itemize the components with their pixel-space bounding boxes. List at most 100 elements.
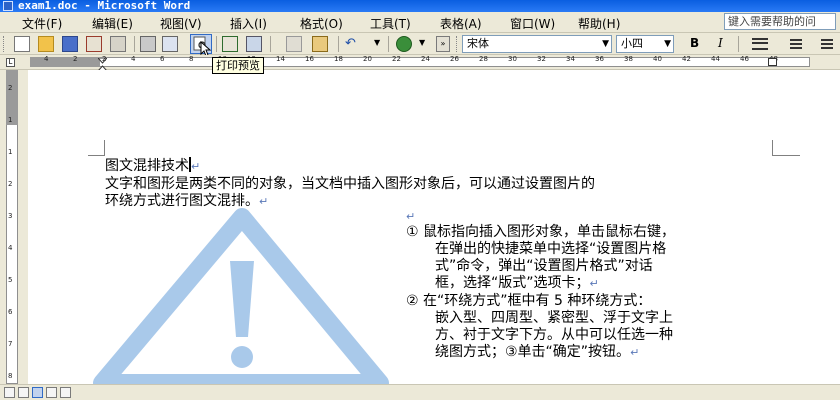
ruler-tick-label: 32: [537, 55, 546, 63]
bullets-list-icon[interactable]: [815, 37, 833, 51]
menu-window[interactable]: 窗口(W): [510, 15, 555, 32]
title-bar: exam1.doc - Microsoft Word: [0, 0, 840, 12]
ruler-tick-label: 5: [8, 276, 13, 284]
paste-icon[interactable]: [312, 36, 328, 52]
right-indent-marker-icon[interactable]: [768, 58, 777, 66]
ruler-tick-label: 46: [740, 55, 749, 63]
ruler-margin-left: [30, 57, 100, 67]
ruler-tick-label: 24: [421, 55, 430, 63]
menu-help[interactable]: 帮助(H): [578, 15, 620, 32]
ruler-tick-label: 40: [653, 55, 662, 63]
toolbar-separator: [270, 36, 271, 52]
step-list-line[interactable]: 嵌入型、四周型、紧密型、浮于文字上: [435, 309, 673, 327]
ruler-tick-label: 8: [8, 372, 13, 380]
more-buttons-icon[interactable]: ▼: [419, 38, 425, 47]
ruler-tick-label: 2: [8, 180, 13, 188]
ruler-tick-label: 20: [363, 55, 372, 63]
step-list-line[interactable]: 式”命令，弹出“设置图片格式”对话: [435, 257, 653, 275]
toolbar-separator: [338, 36, 339, 52]
ruler-tick-label: 34: [566, 55, 575, 63]
step-list-line[interactable]: 方、衬于文字下方。从中可以任选一种: [435, 326, 673, 344]
ruler-strip: [30, 57, 810, 67]
window-title: exam1.doc - Microsoft Word: [18, 0, 191, 12]
toolbar-separator: [388, 36, 389, 52]
step-list-text: 框，选择“版式”选项卡；: [435, 275, 590, 291]
menu-edit[interactable]: 编辑(E): [92, 15, 133, 32]
ruler-tick-label: 30: [508, 55, 517, 63]
paragraph-mark-icon: ↵: [191, 160, 201, 173]
crop-mark: [104, 140, 105, 156]
ruler-tick-label: 4: [44, 55, 49, 63]
research-icon[interactable]: [246, 36, 262, 52]
ruler-tick-label: 28: [479, 55, 488, 63]
undo-icon[interactable]: ↶: [345, 36, 356, 51]
step-list-line[interactable]: ② 在“环绕方式”框中有 5 种环绕方式：: [406, 292, 651, 310]
doc-paragraph-line[interactable]: 文字和图形是两类不同的对象，当文档中插入图形对象后，可以通过设置图片的: [105, 175, 595, 193]
ruler-tick-label: 6: [160, 55, 165, 63]
spelling-icon[interactable]: [222, 36, 238, 52]
print-preview-icon-secondary[interactable]: [162, 36, 178, 52]
crop-mark: [88, 155, 104, 156]
ruler-tick-label: 1: [8, 148, 13, 156]
new-document-icon[interactable]: [14, 36, 30, 52]
font-name-value: 宋体: [467, 37, 489, 50]
ruler-tick-label: 6: [8, 308, 13, 316]
italic-button[interactable]: I: [718, 36, 723, 50]
save-icon[interactable]: [62, 36, 78, 52]
menu-view[interactable]: 视图(V): [160, 15, 202, 32]
ruler-tick-label: 18: [334, 55, 343, 63]
menu-tools[interactable]: 工具(T): [370, 15, 411, 32]
ruler-tick-label: 38: [624, 55, 633, 63]
email-icon[interactable]: [110, 36, 126, 52]
toolbar-grip[interactable]: [3, 36, 7, 52]
horizontal-ruler[interactable]: L 42246810121416182022242628303234363840…: [0, 55, 840, 72]
ruler-tick-label: 3: [8, 212, 13, 220]
ruler-tick-label: 1: [8, 116, 13, 124]
web-layout-view-icon[interactable]: [18, 387, 29, 398]
font-size-value: 小四: [621, 37, 643, 50]
paragraph-mark-icon: ↵: [630, 346, 640, 359]
menu-insert[interactable]: 插入(I): [230, 15, 267, 32]
ruler-tick-label: 14: [276, 55, 285, 63]
chevron-down-icon: ▼: [664, 39, 671, 49]
ruler-tick-label: 26: [450, 55, 459, 63]
step-list-line[interactable]: 在弹出的快捷菜单中选择“设置图片格: [435, 240, 666, 258]
numbering-list-icon[interactable]: [784, 37, 802, 51]
font-size-select[interactable]: 小四 ▼: [616, 35, 674, 53]
vertical-ruler[interactable]: 2 1 1 2 3 4 5 6 7 8: [0, 70, 28, 384]
crop-mark: [772, 140, 773, 156]
open-folder-icon[interactable]: [38, 36, 54, 52]
toolbar-separator: [738, 36, 739, 52]
reading-layout-view-icon[interactable]: [60, 387, 71, 398]
undo-dropdown-icon[interactable]: ▼: [374, 38, 380, 47]
print-layout-view-icon[interactable]: [32, 387, 43, 398]
step-list-line[interactable]: 框，选择“版式”选项卡；↵: [435, 274, 599, 293]
normal-view-icon[interactable]: [4, 387, 15, 398]
menu-table[interactable]: 表格(A): [440, 15, 482, 32]
step-list-line[interactable]: ① 鼠标指向插入图形对象，单击鼠标右键，: [406, 223, 675, 241]
ruler-tick-label: 4: [8, 244, 13, 252]
ruler-tick-label: 22: [392, 55, 401, 63]
outline-view-icon[interactable]: [46, 387, 57, 398]
permission-icon[interactable]: [86, 36, 102, 52]
toolbar-grip[interactable]: [456, 36, 460, 52]
font-name-select[interactable]: 宋体 ▼: [462, 35, 612, 53]
menu-format[interactable]: 格式(O): [300, 15, 343, 32]
tab-selector-icon[interactable]: L: [6, 58, 15, 67]
ruler-tick-label: 7: [8, 340, 13, 348]
hyperlink-globe-icon[interactable]: [396, 36, 412, 52]
paragraph-mark-icon: ↵: [406, 210, 416, 223]
ruler-tick-label: 8: [189, 55, 194, 63]
help-search-input[interactable]: 键入需要帮助的问: [724, 13, 836, 30]
copy-icon[interactable]: [286, 36, 302, 52]
warning-triangle-image[interactable]: [80, 205, 398, 385]
ruler-tick-label: 36: [595, 55, 604, 63]
toolbar-options-icon[interactable]: »: [436, 36, 450, 52]
align-justify-icon[interactable]: [752, 38, 768, 50]
ruler-tick-label: 2: [102, 55, 107, 63]
menu-file[interactable]: 文件(F): [22, 15, 62, 32]
step-list-line[interactable]: 绕图方式；③单击“确定”按钮。↵: [435, 343, 639, 362]
print-icon[interactable]: [140, 36, 156, 52]
doc-title[interactable]: 图文混排技术 ↵: [105, 157, 200, 176]
bold-button[interactable]: B: [690, 36, 699, 50]
